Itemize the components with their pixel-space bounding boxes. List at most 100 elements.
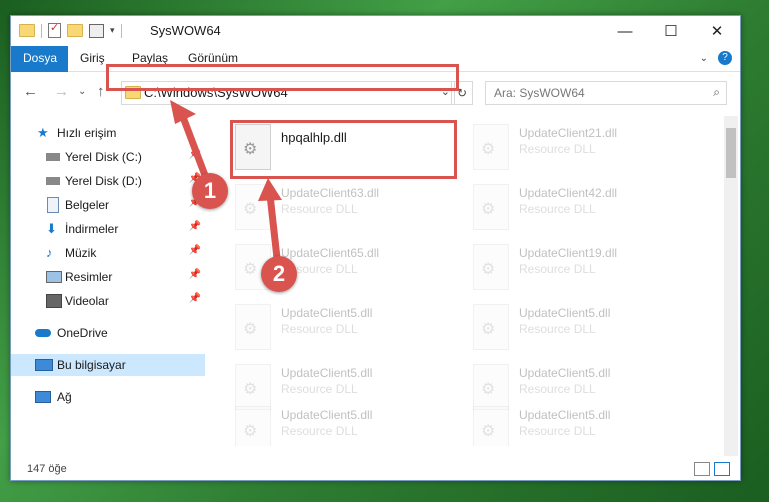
dll-file-icon [473,364,509,410]
file-name: UpdateClient21.dll [519,126,618,140]
computer-icon [35,359,53,371]
file-name: UpdateClient5.dll [281,306,373,320]
list-item[interactable]: UpdateClient42.dll Resource DLL [473,184,703,234]
details-view-icon[interactable] [694,462,710,476]
pin-icon[interactable]: 📌 [189,149,201,160]
sidebar-item-label: Belgeler [65,198,110,212]
list-item[interactable]: UpdateClient5.dll Resource DLL [473,304,703,354]
file-type: Resource DLL [281,322,358,336]
dll-file-icon [473,244,509,290]
sidebar-item-label: OneDrive [57,326,108,340]
sidebar-item-this-pc[interactable]: Bu bilgisayar [11,354,205,376]
sidebar-item-label: Yerel Disk (D:) [65,174,142,188]
drive-icon [46,153,60,161]
up-arrow-icon[interactable]: ↑ [97,83,105,100]
dll-file-icon [235,364,271,410]
file-name: UpdateClient5.dll [519,366,611,380]
sidebar-item-music[interactable]: ♪ Müzik 📌 [11,242,205,264]
view-buttons [694,462,730,476]
new-folder-icon[interactable] [67,24,83,37]
scrollbar-thumb[interactable] [726,128,736,178]
file-highlight-box [230,120,457,179]
help-icon[interactable]: ? [718,51,732,65]
sidebar-item-videos[interactable]: Videolar 📌 [11,290,205,312]
pin-icon[interactable]: 📌 [189,245,201,256]
dll-file-icon [473,184,509,230]
sidebar-item-label: Yerel Disk (C:) [65,150,142,164]
step-badge-2: 2 [261,256,297,292]
sidebar-item-pictures[interactable]: Resimler 📌 [11,266,205,288]
dll-file-icon [473,124,509,170]
file-type: Resource DLL [281,382,358,396]
folder-icon [19,24,35,37]
sidebar-item-documents[interactable]: Belgeler 📌 [11,194,205,216]
sidebar-item-label: Ağ [57,390,72,404]
sidebar-item-label: Resimler [65,270,113,284]
dll-file-icon [235,184,271,230]
file-name: UpdateClient5.dll [281,366,373,380]
file-name: UpdateClient5.dll [519,408,611,422]
sidebar-item-label: Bu bilgisayar [57,358,126,372]
title-bar: ▾ SysWOW64 — ☐ ✕ [11,16,740,46]
forward-arrow-icon[interactable]: → [54,83,69,100]
vertical-scrollbar[interactable] [724,116,738,456]
dll-file-icon [235,406,271,446]
large-icons-view-icon[interactable] [714,462,730,476]
file-type: Resource DLL [519,424,596,438]
sidebar-item-label: Videolar [65,294,109,308]
file-type: Resource DLL [519,322,596,336]
divider [41,23,42,38]
file-type: Resource DLL [281,424,358,438]
expand-ribbon-icon[interactable]: ⌄ [700,53,708,64]
sidebar-item-label: Müzik [65,246,97,260]
sidebar-item-disk-d[interactable]: Yerel Disk (D:) 📌 [11,170,205,192]
sidebar-item-disk-c[interactable]: Yerel Disk (C:) 📌 [11,146,205,168]
maximize-button[interactable]: ☐ [648,16,694,46]
divider [120,23,122,38]
search-placeholder: Ara: SysWOW64 [494,86,585,100]
pin-icon[interactable]: 📌 [189,293,201,304]
download-icon: ⬇ [46,221,57,236]
pin-icon[interactable]: 📌 [189,269,201,280]
search-icon: ⌕ [713,85,720,99]
sidebar-item-network[interactable]: Ağ [11,386,205,408]
recent-dropdown-icon[interactable]: ⌄ [78,86,86,97]
view-icon[interactable] [89,23,104,38]
file-name: UpdateClient65.dll [281,246,380,260]
properties-check-icon[interactable] [48,21,61,38]
window-title: SysWOW64 [150,23,221,38]
documents-icon [47,197,59,213]
sidebar-item-quick-access[interactable]: ★ Hızlı erişim [11,122,205,144]
list-item[interactable]: UpdateClient5.dll Resource DLL [235,304,465,354]
videos-icon [46,294,62,308]
customize-dropdown-icon[interactable]: ▾ [110,25,115,36]
file-type: Resource DLL [281,202,358,216]
file-name: UpdateClient63.dll [281,186,380,200]
list-item[interactable]: UpdateClient5.dll Resource DLL [473,406,703,446]
status-item-count: 147 öğe [27,463,67,475]
address-highlight-box [106,64,459,91]
file-type: Resource DLL [519,382,596,396]
sidebar-item-downloads[interactable]: ⬇ İndirmeler 📌 [11,218,205,240]
list-item[interactable]: UpdateClient63.dll Resource DLL [235,184,465,234]
dll-file-icon [473,304,509,350]
star-icon: ★ [37,125,49,140]
list-item[interactable]: UpdateClient5.dll Resource DLL [235,406,465,446]
pictures-icon [46,271,62,283]
search-input[interactable]: Ara: SysWOW64 ⌕ [485,81,727,105]
minimize-button[interactable]: — [602,16,648,46]
step-badge-1: 1 [192,173,228,209]
file-name: UpdateClient5.dll [281,408,373,422]
list-item[interactable]: UpdateClient19.dll Resource DLL [473,244,703,294]
close-button[interactable]: ✕ [694,16,740,46]
file-name: UpdateClient5.dll [519,306,611,320]
dll-file-icon [235,304,271,350]
file-name: UpdateClient42.dll [519,186,618,200]
list-item[interactable]: UpdateClient21.dll Resource DLL [473,124,703,174]
sidebar-item-onedrive[interactable]: OneDrive [11,322,205,344]
pin-icon[interactable]: 📌 [189,221,201,232]
sidebar-item-label: Hızlı erişim [57,126,117,140]
dll-file-icon [473,406,509,446]
music-icon: ♪ [46,245,53,260]
back-arrow-icon[interactable]: ← [23,83,38,100]
